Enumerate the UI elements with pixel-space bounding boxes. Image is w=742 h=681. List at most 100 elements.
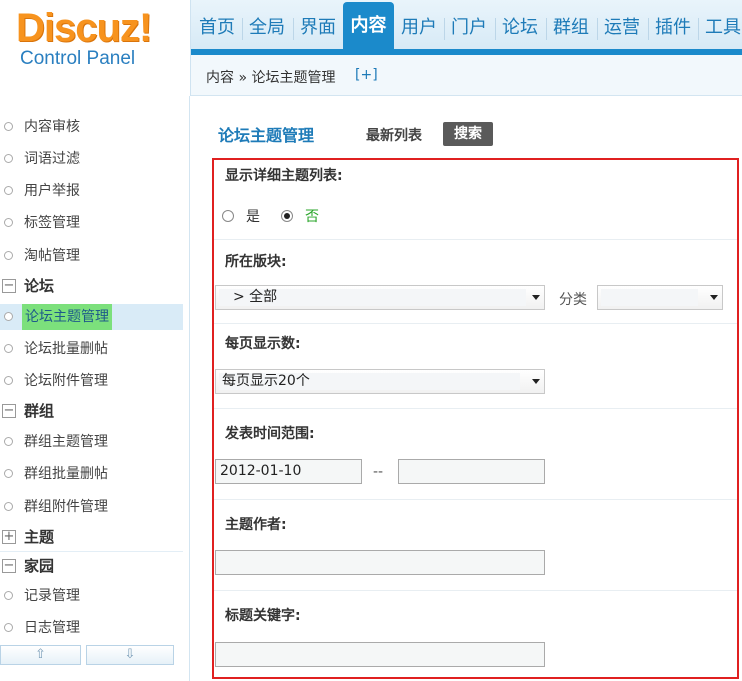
collapse-icon[interactable]: −: [2, 559, 16, 573]
sidebar-item-word-filter[interactable]: 词语过滤: [0, 146, 183, 172]
time-range-label: 发表时间范围:: [225, 426, 315, 442]
sidebar-item-label: 词语过滤: [24, 151, 80, 167]
nav-separator: [698, 18, 699, 40]
divider: [214, 408, 737, 409]
arrow-down-icon: ⇩: [124, 647, 136, 662]
collapse-icon[interactable]: −: [2, 279, 16, 293]
nav-separator: [444, 18, 445, 40]
bullet-icon: [4, 251, 13, 260]
sidebar-item-label: 标签管理: [24, 215, 80, 231]
logo[interactable]: Discuz! Control Panel: [0, 0, 190, 96]
nav-tab-user[interactable]: 用户: [399, 12, 439, 49]
nav-tab-tools[interactable]: 工具: [703, 12, 742, 49]
time-range-separator: --: [373, 464, 384, 480]
sidebar-item-label: 群组批量删帖: [24, 466, 108, 482]
detail-no-radio[interactable]: [281, 210, 293, 222]
sidebar-item-group-attachments[interactable]: 群组附件管理: [0, 494, 183, 520]
sidebar-group-group[interactable]: − 群组: [0, 399, 183, 423]
sidebar-item-content-review[interactable]: 内容审核: [0, 114, 183, 140]
category-label: 分类: [559, 292, 587, 308]
sidebar-item-blog-manage[interactable]: 日志管理: [0, 615, 183, 641]
sidebar-group-label: 论坛: [24, 277, 55, 295]
sidebar-item-label: 内容审核: [24, 119, 80, 135]
chevron-down-icon: [710, 295, 718, 300]
sidebar-item-forum-threads[interactable]: 论坛主题管理: [0, 304, 183, 330]
nav-tab-forum[interactable]: 论坛: [500, 12, 540, 49]
sidebar-group-home[interactable]: − 家园: [0, 554, 183, 578]
search-form: 显示详细主题列表: 是 否 所在版块: > 全部 分类 每页显示数: 每页显示2…: [212, 158, 739, 679]
author-input[interactable]: [215, 550, 545, 575]
bullet-icon: [4, 623, 13, 632]
forum-select[interactable]: > 全部: [215, 285, 545, 310]
nav-tab-home[interactable]: 首页: [197, 12, 237, 49]
bullet-icon: [4, 437, 13, 446]
per-page-label: 每页显示数:: [225, 336, 301, 352]
add-shortcut-link[interactable]: [+]: [355, 67, 378, 83]
sidebar-item-tag-manage[interactable]: 标签管理: [0, 210, 183, 236]
header: Discuz! Control Panel 首页 全局 界面 内容 用户 门户 …: [0, 0, 742, 96]
bullet-icon: [4, 312, 13, 321]
sidebar-item-label: 论坛批量删帖: [24, 341, 108, 357]
scroll-up-button[interactable]: ⇧: [0, 645, 81, 665]
bullet-icon: [4, 186, 13, 195]
sidebar-item-forum-batch-delete[interactable]: 论坛批量删帖: [0, 336, 183, 362]
per-page-select[interactable]: 每页显示20个: [215, 369, 545, 394]
nav-tab-ui[interactable]: 界面: [298, 12, 338, 49]
nav-tab-content[interactable]: 内容: [343, 2, 394, 49]
tab-search[interactable]: 搜索: [443, 122, 493, 146]
bullet-icon: [4, 591, 13, 600]
time-from-input[interactable]: 2012-01-10: [215, 459, 362, 484]
bullet-icon: [4, 469, 13, 478]
sidebar-item-collection-manage[interactable]: 淘帖管理: [0, 243, 183, 269]
bullet-icon: [4, 154, 13, 163]
sidebar-item-label: 日志管理: [24, 620, 80, 636]
sidebar-item-label: 群组附件管理: [24, 499, 108, 515]
nav-tab-portal[interactable]: 门户: [449, 12, 489, 49]
sidebar-item-label: 论坛附件管理: [24, 373, 108, 389]
keyword-input[interactable]: [215, 642, 545, 667]
sidebar-group-theme[interactable]: + 主题: [0, 525, 183, 549]
detail-yes-radio[interactable]: [222, 210, 234, 222]
divider: [214, 239, 737, 240]
category-select[interactable]: [597, 285, 723, 310]
per-page-select-value: 每页显示20个: [222, 373, 310, 389]
sidebar-item-group-threads[interactable]: 群组主题管理: [0, 429, 183, 455]
bullet-icon: [4, 344, 13, 353]
detail-list-label: 显示详细主题列表:: [225, 168, 343, 184]
sidebar-group-forum[interactable]: − 论坛: [0, 274, 183, 298]
sidebar-item-label: 论坛主题管理: [22, 304, 112, 330]
arrow-up-icon: ⇧: [35, 647, 46, 662]
sidebar-group-label: 群组: [24, 402, 55, 420]
sidebar-item-record-manage[interactable]: 记录管理: [0, 583, 183, 609]
nav-separator: [546, 18, 547, 40]
nav-separator: [597, 18, 598, 40]
nav-separator: [293, 18, 294, 40]
sidebar-item-label: 用户举报: [24, 183, 80, 199]
sidebar-group-label: 家园: [24, 557, 55, 575]
bullet-icon: [4, 376, 13, 385]
breadcrumb-bar: 内容 » 论坛主题管理 [+]: [191, 55, 742, 96]
tab-latest-list[interactable]: 最新列表: [366, 125, 422, 145]
divider: [0, 551, 183, 552]
sidebar-item-forum-attachments[interactable]: 论坛附件管理: [0, 368, 183, 394]
keyword-label: 标题关键字:: [225, 608, 301, 624]
sidebar-item-label: 记录管理: [24, 588, 80, 604]
expand-icon[interactable]: +: [2, 530, 16, 544]
scroll-down-button[interactable]: ⇩: [86, 645, 174, 665]
nav-tab-plugin[interactable]: 插件: [653, 12, 693, 49]
time-to-input[interactable]: [398, 459, 545, 484]
nav-tab-group[interactable]: 群组: [551, 12, 591, 49]
divider: [214, 323, 737, 324]
bullet-icon: [4, 122, 13, 131]
author-label: 主题作者:: [225, 517, 287, 533]
sidebar-group-label: 主题: [24, 528, 55, 546]
bullet-icon: [4, 218, 13, 227]
divider: [214, 499, 737, 500]
sidebar-item-user-report[interactable]: 用户举报: [0, 178, 183, 204]
collapse-icon[interactable]: −: [2, 404, 16, 418]
nav-tab-operation[interactable]: 运营: [602, 12, 642, 49]
chevron-down-icon: [532, 379, 540, 384]
sidebar-item-group-batch-delete[interactable]: 群组批量删帖: [0, 461, 183, 487]
sub-nav: 论坛主题管理 最新列表 搜索: [191, 96, 742, 156]
nav-tab-global[interactable]: 全局: [247, 12, 287, 49]
